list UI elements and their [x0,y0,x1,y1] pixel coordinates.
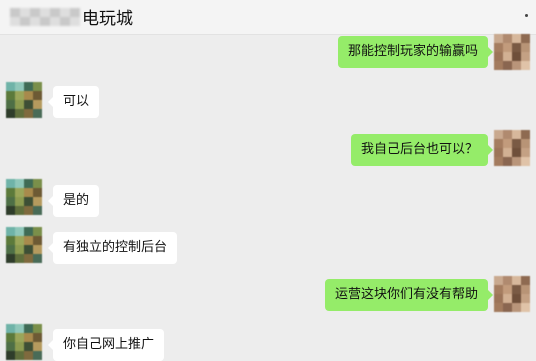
more-dots-icon[interactable] [525,14,528,17]
message-bubble-received[interactable]: 有独立的控制后台 [47,232,178,264]
my-avatar[interactable] [494,276,530,312]
my-avatar[interactable] [494,130,530,166]
contact-avatar[interactable] [6,179,42,215]
contact-avatar[interactable] [6,227,42,263]
message-bubble-sent[interactable]: 我自己后台也可以？ [350,134,494,166]
message-bubble-received[interactable]: 是的 [47,185,100,217]
contact-avatar[interactable] [6,82,42,118]
message-bubble-sent[interactable]: 那能控制玩家的输赢吗 [337,36,494,68]
contact-avatar[interactable] [6,324,42,360]
chat-title: 电玩城 [82,9,133,29]
message-bubble-sent[interactable]: 运营这块你们有没有帮助 [324,279,494,311]
my-avatar[interactable] [494,34,530,70]
message-bubble-received[interactable]: 可以 [47,86,100,118]
blurred-contact-name [10,8,80,26]
message-bubble-received[interactable]: 你自己网上推广 [47,329,165,361]
chat-header: 电玩城 [0,0,536,35]
